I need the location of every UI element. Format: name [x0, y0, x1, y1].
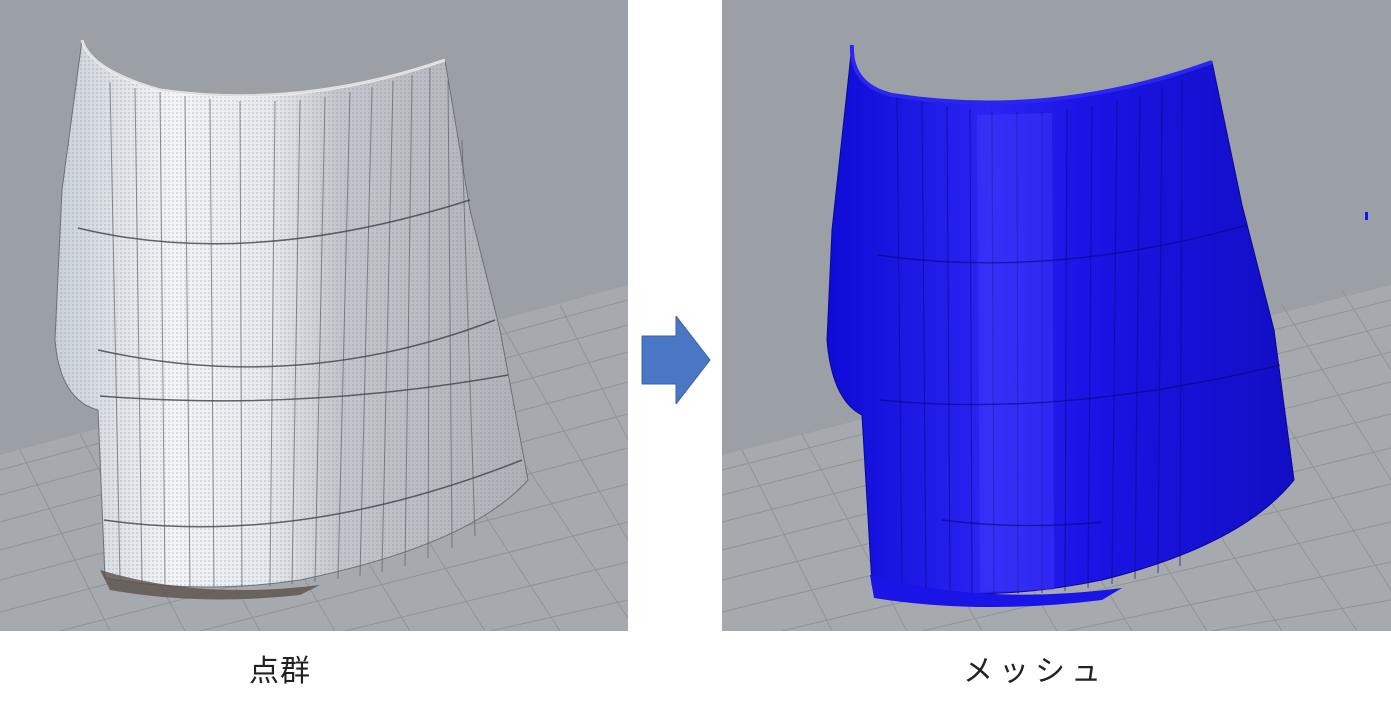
mesh-caption: メッシュ: [963, 654, 1107, 689]
point-cloud-caption: 点群: [249, 654, 311, 689]
stray-mesh-fragment: [1365, 212, 1368, 220]
point-cloud-render: [0, 0, 628, 631]
arrow-right-icon: [640, 314, 712, 406]
mesh-surface: [826, 44, 1295, 608]
point-cloud-viewport: [0, 0, 628, 631]
mesh-viewport: [722, 0, 1391, 631]
mesh-render: [722, 0, 1391, 631]
